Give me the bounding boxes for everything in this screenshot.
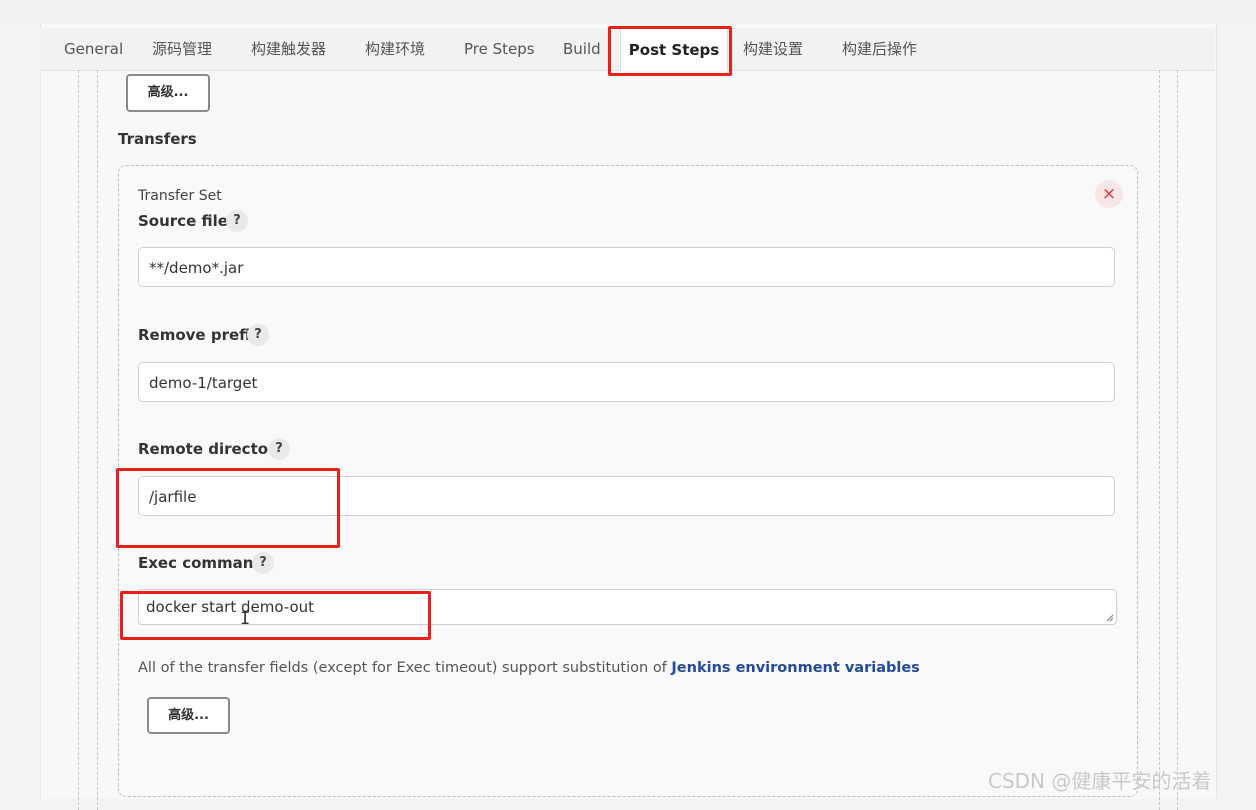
advanced-button-top[interactable]: 高级... bbox=[126, 74, 210, 112]
help-icon[interactable]: ? bbox=[268, 438, 290, 460]
source-files-label: Source files bbox=[138, 212, 237, 230]
exec-command-label: Exec command bbox=[138, 554, 265, 572]
tab-pre-steps[interactable]: Pre Steps bbox=[464, 28, 535, 70]
info-text: All of the transfer fields (except for E… bbox=[138, 660, 672, 676]
tab-build-triggers[interactable]: 构建触发器 bbox=[251, 28, 326, 70]
jenkins-env-vars-link[interactable]: Jenkins environment variables bbox=[671, 660, 919, 676]
tab-post-build-actions[interactable]: 构建后操作 bbox=[842, 28, 917, 70]
exec-command-value: docker start demo-out bbox=[146, 598, 315, 616]
help-icon[interactable]: ? bbox=[247, 324, 269, 346]
tab-build-environment[interactable]: 构建环境 bbox=[365, 28, 425, 70]
transfer-set-label: Transfer Set bbox=[138, 188, 222, 204]
top-bar bbox=[0, 0, 1256, 24]
exec-command-textarea[interactable]: docker start demo-out bbox=[138, 589, 1117, 625]
tab-bar: General 源码管理 构建触发器 构建环境 Pre Steps Build … bbox=[40, 28, 1215, 71]
tab-build-settings[interactable]: 构建设置 bbox=[743, 28, 803, 70]
remove-prefix-label: Remove prefix bbox=[138, 326, 260, 344]
watermark: CSDN @健康平安的活着 bbox=[988, 769, 1212, 793]
transfers-heading: Transfers bbox=[118, 130, 197, 148]
tab-post-steps[interactable]: Post Steps bbox=[620, 28, 728, 71]
advanced-button[interactable]: 高级... bbox=[147, 697, 230, 734]
tab-general[interactable]: General bbox=[64, 28, 123, 70]
remote-directory-input[interactable]: /jarfile bbox=[138, 476, 1115, 516]
tab-build[interactable]: Build bbox=[563, 28, 601, 70]
help-icon[interactable]: ? bbox=[252, 552, 274, 574]
text-cursor-icon: I bbox=[240, 609, 251, 629]
substitution-info: All of the transfer fields (except for E… bbox=[138, 660, 920, 676]
help-icon[interactable]: ? bbox=[226, 210, 248, 232]
source-files-input[interactable]: **/demo*.jar bbox=[138, 247, 1115, 287]
close-icon[interactable]: × bbox=[1095, 180, 1123, 208]
resize-handle-icon[interactable] bbox=[1106, 614, 1114, 622]
remove-prefix-input[interactable]: demo-1/target bbox=[138, 362, 1115, 402]
remote-directory-label: Remote directory bbox=[138, 440, 286, 458]
tab-source-control[interactable]: 源码管理 bbox=[152, 28, 212, 70]
